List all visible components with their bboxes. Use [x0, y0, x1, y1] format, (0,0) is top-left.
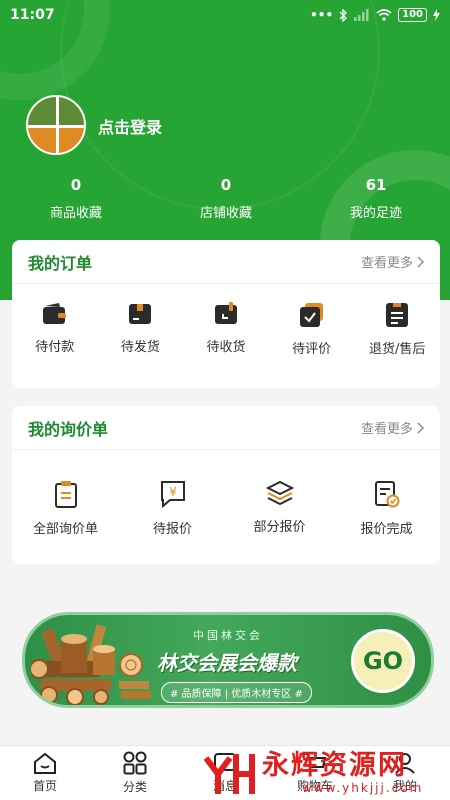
avatar[interactable] [26, 95, 86, 155]
stat-value: 61 [365, 176, 387, 194]
inquiry-partial-quote[interactable]: 部分报价 [230, 480, 330, 537]
order-status-label: 待发货 [120, 340, 160, 355]
order-pending-payment[interactable]: 待付款 [13, 302, 97, 357]
receive-box-icon [214, 302, 237, 324]
return-icon [386, 303, 409, 327]
inquiry-quote-complete[interactable]: 报价完成 [337, 480, 437, 537]
stat-label: 我的足迹 [349, 206, 402, 221]
svg-text:¥: ¥ [169, 485, 177, 499]
watermark-text: 永辉资源网 [262, 750, 407, 781]
status-icons: ••• 100 [310, 8, 440, 22]
watermark-url: www.yhkjjj.com [302, 781, 424, 795]
package-icon [129, 304, 152, 324]
login-link[interactable]: 点击登录 [98, 114, 162, 138]
orders-card: 我的订单 查看更多 待付款 待发货 待收货 待评价 退货/售后 [12, 240, 440, 388]
inquiry-all[interactable]: 全部询价单 [16, 480, 116, 537]
order-status-label: 待付款 [35, 340, 75, 355]
yen-chat-icon: ¥ [160, 481, 185, 508]
banner-subtitle: 中国林交会 [193, 629, 263, 642]
orders-more-link[interactable]: 查看更多 [361, 252, 424, 271]
inquiries-card-header: 我的询价单 查看更多 [12, 406, 440, 450]
stat-product-favorites[interactable]: 0 商品收藏 [21, 176, 131, 221]
order-status-label: 退货/售后 [368, 342, 426, 357]
tab-label: 分类 [122, 780, 147, 794]
grid-icon [123, 751, 147, 775]
charging-icon [433, 9, 440, 21]
stat-value: 0 [220, 176, 232, 194]
banner-tag: # 品质保障 | 优质木材专区 # [161, 682, 312, 703]
stat-footprints[interactable]: 61 我的足迹 [321, 176, 431, 221]
bluetooth-icon [339, 8, 348, 22]
signal-icon [354, 9, 369, 21]
order-pending-receipt[interactable]: 待收货 [184, 302, 268, 357]
battery-icon: 100 [398, 8, 427, 22]
tab-category[interactable]: 分类 [90, 746, 180, 800]
orders-title: 我的订单 [28, 253, 93, 273]
review-icon [299, 303, 323, 327]
wifi-icon [376, 9, 392, 21]
more-label: 查看更多 [360, 422, 413, 437]
stat-label: 店铺收藏 [199, 206, 252, 221]
more-label: 查看更多 [360, 256, 413, 271]
order-after-sales[interactable]: 退货/售后 [355, 302, 439, 357]
home-icon [34, 752, 56, 774]
go-button[interactable]: GO [351, 629, 415, 693]
inquiries-title: 我的询价单 [28, 419, 109, 439]
inquiries-card: 我的询价单 查看更多 全部询价单 ¥ 待报价 部分报价 报价完成 [12, 406, 440, 564]
timber-logs-illustration [31, 624, 151, 705]
inquiry-status-label: 部分报价 [253, 520, 306, 535]
chevron-right-icon [417, 256, 424, 267]
banner-title: 林交会展会爆款 [157, 651, 297, 675]
order-status-label: 待评价 [292, 342, 332, 357]
tab-home[interactable]: 首页 [0, 746, 90, 800]
stat-store-favorites[interactable]: 0 店铺收藏 [171, 176, 281, 221]
status-time: 11:07 [10, 7, 55, 23]
stat-label: 商品收藏 [49, 206, 102, 221]
dots-icon: ••• [310, 8, 334, 22]
status-bar: 11:07 ••• 100 [0, 0, 450, 30]
order-pending-shipment[interactable]: 待发货 [98, 302, 182, 357]
chevron-right-icon [417, 422, 424, 433]
clipboard-list-icon [54, 481, 77, 508]
inquiry-status-label: 全部询价单 [32, 522, 98, 537]
inquiry-status-label: 报价完成 [360, 522, 413, 537]
inquiry-pending-quote[interactable]: ¥ 待报价 [123, 480, 223, 537]
stat-value: 0 [70, 176, 82, 194]
watermark: 永辉资源网 www.yhkjjj.com [196, 746, 450, 800]
inquiry-status-label: 待报价 [152, 522, 192, 537]
order-status-label: 待收货 [206, 340, 246, 355]
order-pending-review[interactable]: 待评价 [270, 302, 354, 357]
promo-banner[interactable]: 中国林交会 林交会展会爆款 # 品质保障 | 优质木材专区 # GO [22, 612, 434, 708]
layers-icon [265, 480, 294, 506]
document-check-icon [374, 481, 399, 508]
tab-label: 首页 [32, 779, 57, 793]
wallet-icon [42, 303, 66, 324]
watermark-logo-icon [203, 754, 255, 794]
inquiries-more-link[interactable]: 查看更多 [361, 418, 424, 437]
orders-card-header: 我的订单 查看更多 [12, 240, 440, 284]
